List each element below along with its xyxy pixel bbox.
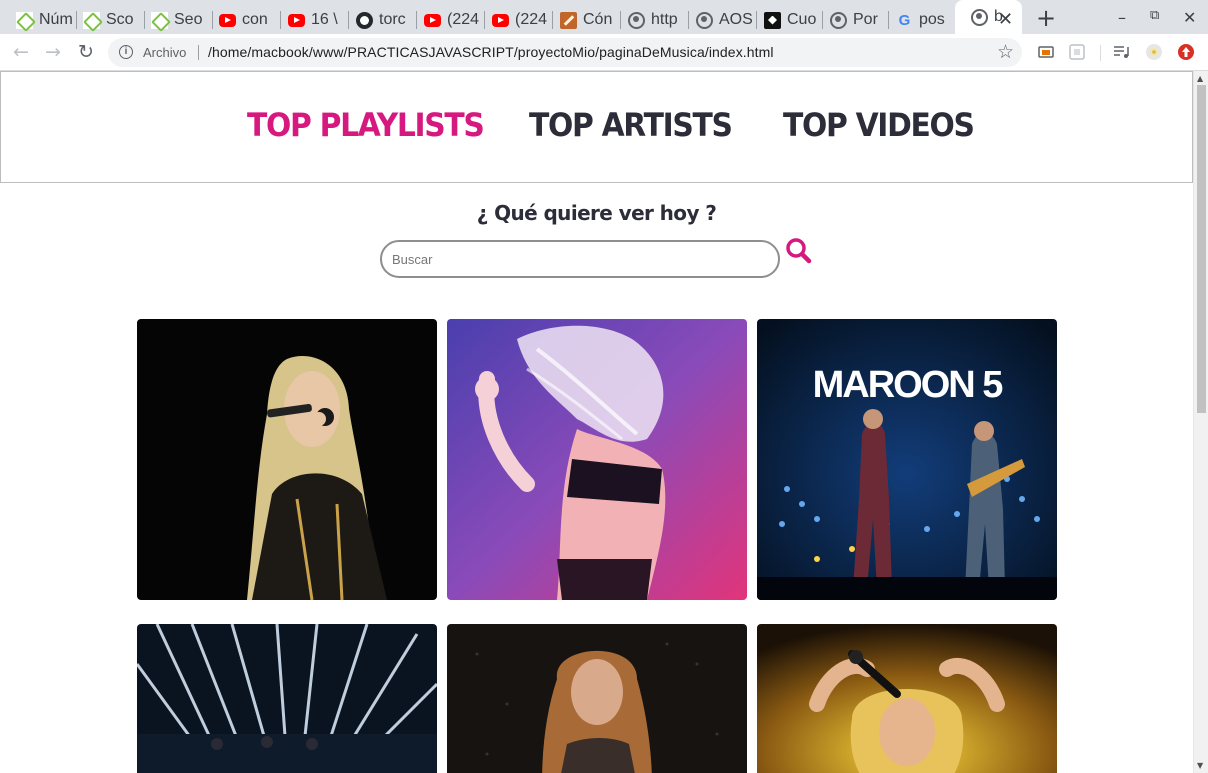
google-icon: G: [898, 11, 911, 29]
youtube-icon: [492, 13, 509, 27]
nav-top-playlists[interactable]: TOP PLAYLISTS: [247, 106, 485, 144]
tab-title: (224: [515, 11, 548, 28]
card-image: [447, 624, 747, 773]
nav-top-artists[interactable]: TOP ARTISTS: [529, 106, 733, 144]
browser-tab[interactable]: Núm: [0, 6, 76, 34]
card-image: [447, 319, 747, 600]
tab-close-icon[interactable]: ✕: [998, 9, 1013, 30]
info-icon[interactable]: i: [119, 45, 133, 59]
window-close-icon[interactable]: ✕: [1183, 8, 1196, 27]
browser-tab[interactable]: con: [203, 6, 278, 34]
playlist-card[interactable]: [757, 624, 1057, 773]
tab-title: pos: [919, 11, 945, 28]
scheme-label: Archivo: [143, 45, 187, 60]
new-tab-button[interactable]: +: [1036, 4, 1056, 32]
search-input[interactable]: [380, 240, 780, 278]
leaf-icon: [16, 11, 33, 29]
tab-title: http: [651, 11, 678, 28]
top-navigation: TOP PLAYLISTS TOP ARTISTS TOP VIDEOS: [0, 71, 1193, 183]
restore-icon[interactable]: ⧉: [1150, 8, 1159, 23]
tab-title: Seo: [174, 11, 203, 28]
browser-tab[interactable]: 16 \: [272, 6, 346, 34]
page-viewport: TOP PLAYLISTS TOP ARTISTS TOP VIDEOS ¿ Q…: [0, 71, 1193, 773]
card-image: [757, 624, 1057, 773]
scroll-up-arrow-icon[interactable]: ▲: [1197, 74, 1203, 83]
extension-icon[interactable]: [1068, 43, 1086, 61]
browser-tab[interactable]: torc: [340, 6, 414, 34]
browser-tab[interactable]: Sco: [67, 6, 145, 34]
github-icon: [356, 11, 373, 29]
tab-title: torc: [379, 11, 406, 28]
scroll-down-arrow-icon[interactable]: ▼: [1197, 761, 1203, 770]
tab-title: con: [242, 11, 268, 28]
youtube-icon: [288, 13, 305, 27]
playlist-card[interactable]: [447, 624, 747, 773]
bookmark-star-icon[interactable]: ☆: [997, 41, 1014, 64]
nav-top-videos[interactable]: TOP VIDEOS: [783, 106, 975, 144]
tab-title: 16 \: [311, 11, 338, 28]
profile-avatar-icon[interactable]: [1145, 43, 1163, 61]
card-caption: MAROON 5: [813, 364, 1004, 406]
back-button[interactable]: ←: [9, 40, 33, 64]
url-text[interactable]: /home/macbook/www/PRACTICASJAVASCRIPT/pr…: [208, 44, 774, 60]
search-icon[interactable]: [784, 237, 814, 267]
leaf-icon: [151, 11, 168, 29]
cast-icon[interactable]: [1037, 43, 1055, 61]
browser-tab[interactable]: (224: [408, 6, 482, 34]
scroll-thumb[interactable]: [1197, 85, 1206, 413]
tab-strip: Núm Sco Seo con 16 \ torc (224 (224 Cón …: [0, 0, 1208, 34]
card-image: [137, 319, 437, 600]
globe-icon: [696, 11, 713, 29]
page-scrollbar[interactable]: ▲ ▼: [1193, 71, 1208, 773]
browser-tab[interactable]: Por: [814, 6, 888, 34]
tab-title: Sco: [106, 11, 134, 28]
youtube-icon: [219, 13, 236, 27]
forward-button[interactable]: →: [41, 40, 65, 64]
reload-button[interactable]: ↻: [74, 40, 98, 64]
youtube-icon: [424, 13, 441, 27]
tab-title: (224: [447, 11, 480, 28]
browser-tab[interactable]: (224: [476, 6, 550, 34]
globe-icon: [971, 8, 988, 26]
browser-toolbar: ← → ↻ i Archivo /home/macbook/www/PRACTI…: [0, 34, 1208, 71]
cuo-icon: [764, 11, 781, 29]
playlist-card[interactable]: [137, 319, 437, 600]
card-image: MAROON 5: [757, 319, 1057, 600]
leaf-icon: [83, 11, 100, 29]
globe-icon: [628, 11, 645, 29]
globe-icon: [830, 11, 847, 29]
browser-tab[interactable]: Cuo: [748, 6, 822, 34]
playlist-card[interactable]: [137, 624, 437, 773]
playlist-card[interactable]: MAROON 5: [757, 319, 1057, 600]
playlist-card[interactable]: [447, 319, 747, 600]
tab-title: Cón: [583, 11, 613, 28]
tab-title: Cuo: [787, 11, 817, 28]
minimize-icon[interactable]: –: [1118, 8, 1126, 27]
browser-tab[interactable]: Cón: [544, 6, 618, 34]
browser-tab[interactable]: Seo: [135, 6, 213, 34]
tab-title: Por: [853, 11, 878, 28]
update-icon[interactable]: [1177, 43, 1195, 61]
pencil-icon: [560, 11, 577, 29]
address-bar[interactable]: i Archivo /home/macbook/www/PRACTICASJAV…: [108, 38, 1022, 67]
search-question: ¿ Qué quiere ver hoy ?: [476, 201, 717, 225]
media-queue-icon[interactable]: [1112, 43, 1130, 61]
card-image: [137, 624, 437, 773]
browser-tab[interactable]: Gpos: [880, 6, 954, 34]
browser-tab[interactable]: AOS: [680, 6, 754, 34]
browser-tab[interactable]: http: [612, 6, 686, 34]
